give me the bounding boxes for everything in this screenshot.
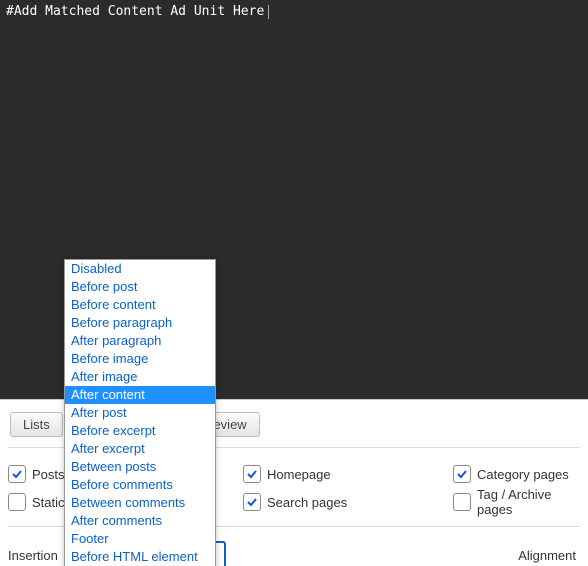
homepage-checkbox[interactable] xyxy=(243,465,261,483)
alignment-label: Alignment xyxy=(518,548,580,563)
insertion-option[interactable]: Footer xyxy=(65,530,215,548)
homepage-label: Homepage xyxy=(267,467,331,482)
search-checkbox[interactable] xyxy=(243,493,261,511)
insertion-option[interactable]: After comments xyxy=(65,512,215,530)
insertion-option[interactable]: Between comments xyxy=(65,494,215,512)
tag-checkbox[interactable] xyxy=(453,493,471,511)
insertion-option[interactable]: Before HTML element xyxy=(65,548,215,566)
insertion-option[interactable]: Before comments xyxy=(65,476,215,494)
insertion-option[interactable]: After excerpt xyxy=(65,440,215,458)
posts-label: Posts xyxy=(32,467,65,482)
category-checkbox[interactable] xyxy=(453,465,471,483)
lists-button[interactable]: Lists xyxy=(10,412,63,437)
search-label: Search pages xyxy=(267,495,347,510)
posts-checkbox[interactable] xyxy=(8,465,26,483)
insertion-option[interactable]: Before paragraph xyxy=(65,314,215,332)
static-label: Static xyxy=(32,495,65,510)
tag-label: Tag / Archive pages xyxy=(477,487,580,517)
insertion-option[interactable]: Before image xyxy=(65,350,215,368)
insertion-option[interactable]: After post xyxy=(65,404,215,422)
insertion-option[interactable]: Disabled xyxy=(65,260,215,278)
text-cursor xyxy=(268,5,269,19)
insertion-option[interactable]: After image xyxy=(65,368,215,386)
code-content: #Add Matched Content Ad Unit Here xyxy=(6,4,264,19)
insertion-option[interactable]: After content xyxy=(65,386,215,404)
insertion-option[interactable]: Between posts xyxy=(65,458,215,476)
insertion-option[interactable]: After paragraph xyxy=(65,332,215,350)
insertion-option[interactable]: Before content xyxy=(65,296,215,314)
insertion-label: Insertion xyxy=(8,548,58,563)
category-label: Category pages xyxy=(477,467,569,482)
insertion-option[interactable]: Before post xyxy=(65,278,215,296)
insertion-option[interactable]: Before excerpt xyxy=(65,422,215,440)
static-checkbox[interactable] xyxy=(8,493,26,511)
insertion-dropdown[interactable]: DisabledBefore postBefore contentBefore … xyxy=(64,259,216,566)
